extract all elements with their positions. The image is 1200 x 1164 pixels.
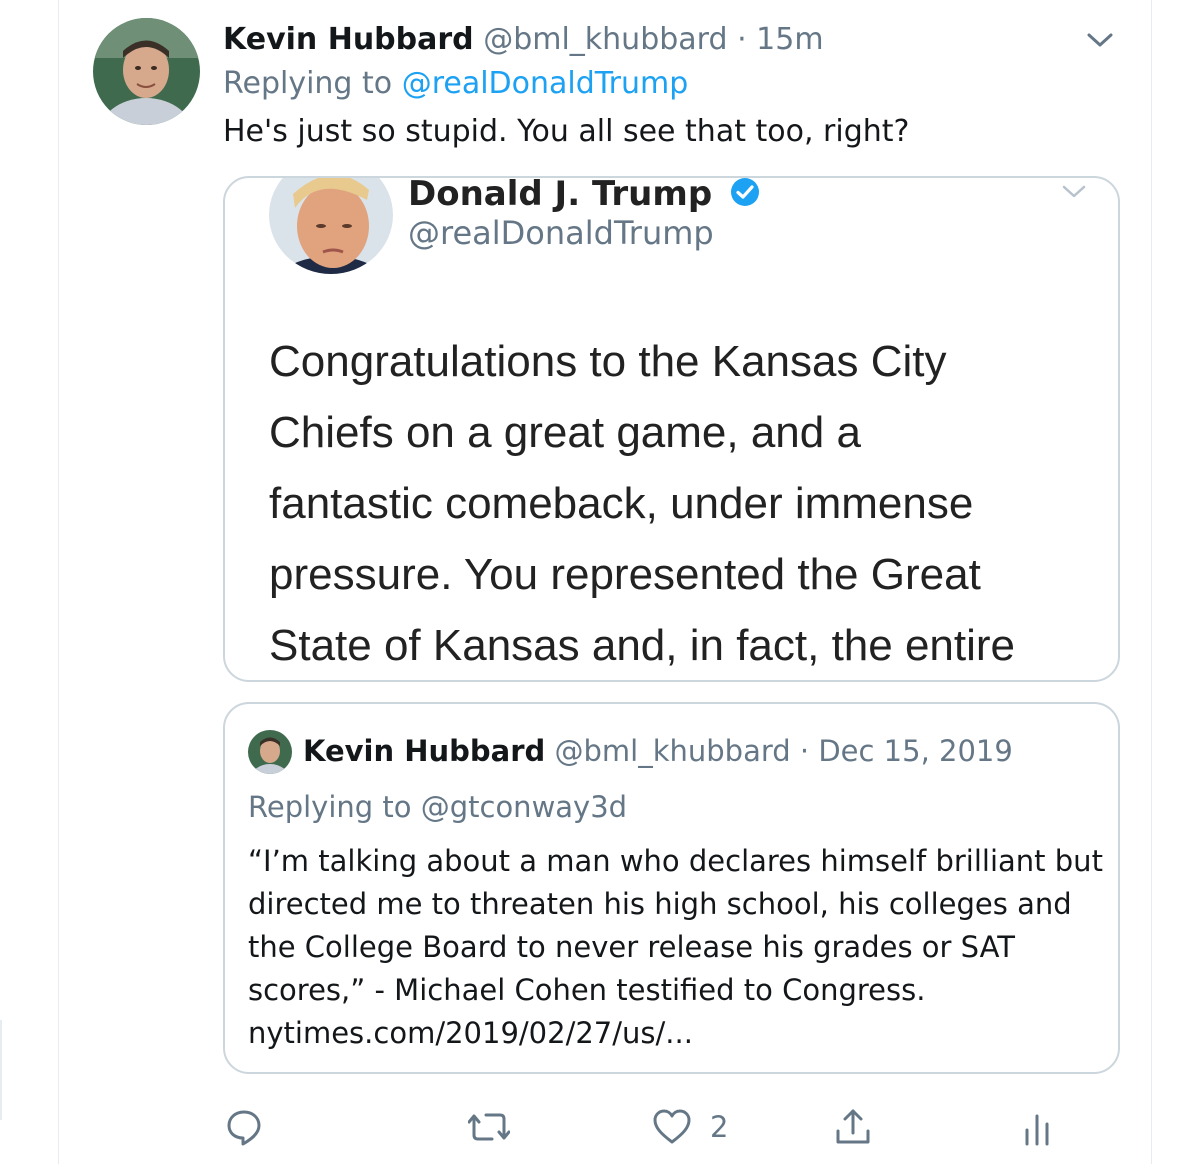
replying-to: Replying to @realDonaldTrump — [223, 66, 688, 101]
share-button[interactable] — [834, 1103, 872, 1151]
quoted-replying-to-handle: @gtconway3d — [420, 790, 628, 824]
image-tweet-text: Congratulations to the Kansas City Chief… — [269, 326, 1099, 680]
share-icon — [834, 1107, 872, 1147]
quoted-tweet[interactable]: Kevin Hubbard @bml_khubbard · Dec 15, 20… — [223, 702, 1120, 1074]
quoted-author-handle[interactable]: @bml_khubbard — [555, 734, 791, 768]
tweet-time[interactable]: 15m — [756, 22, 823, 57]
quoted-replying-to: Replying to @gtconway3d — [248, 790, 627, 824]
column-divider-left — [58, 0, 59, 1164]
tweet-header: Kevin Hubbard @bml_khubbard · 15m — [223, 22, 824, 57]
quoted-text-line: “I’m talking about a man who declares hi… — [248, 844, 1103, 878]
image-author-name-text: Donald J. Trump — [408, 176, 713, 214]
column-divider-right — [1151, 0, 1152, 1164]
scroll-edge — [0, 1020, 2, 1120]
image-text-line: State of Kansas and, in fact, the entire — [269, 621, 1016, 670]
quoted-author-name[interactable]: Kevin Hubbard — [303, 734, 545, 768]
quoted-separator: · — [799, 734, 810, 768]
reply-button[interactable] — [224, 1103, 264, 1151]
quoted-link[interactable]: nytimes.com/2019/02/27/us/... — [248, 1012, 1103, 1055]
chevron-down-icon[interactable] — [1085, 28, 1115, 52]
author-handle[interactable]: @bml_khubbard — [483, 22, 727, 57]
header-separator: · — [737, 22, 747, 57]
image-text-line: fantastic comeback, under immense — [269, 479, 974, 528]
heart-icon — [652, 1108, 692, 1146]
quoted-author-avatar — [248, 730, 292, 774]
quoted-text: “I’m talking about a man who declares hi… — [248, 840, 1103, 1055]
image-chevron-down-icon — [1061, 182, 1087, 202]
tweet[interactable]: Kevin Hubbard @bml_khubbard · 15m Replyi… — [60, 0, 1150, 1164]
image-author-handle: @realDonaldTrump — [408, 214, 714, 252]
quoted-header: Kevin Hubbard @bml_khubbard · Dec 15, 20… — [303, 734, 1013, 768]
quoted-text-line: directed me to threaten his high school,… — [248, 887, 1072, 921]
quoted-date[interactable]: Dec 15, 2019 — [818, 734, 1012, 768]
retweet-button[interactable] — [468, 1103, 510, 1151]
quoted-text-line: scores,” - Michael Cohen testified to Co… — [248, 973, 926, 1007]
like-count: 2 — [710, 1110, 729, 1144]
image-text-line: pressure. You represented the Great — [269, 550, 981, 599]
author-avatar[interactable] — [93, 18, 200, 125]
reply-icon — [224, 1107, 264, 1147]
tweet-text: He's just so stupid. You all see that to… — [223, 114, 910, 149]
image-text-line: Chiefs on a great game, and a — [269, 408, 861, 457]
like-button[interactable]: 2 — [652, 1103, 728, 1151]
author-name[interactable]: Kevin Hubbard — [223, 22, 474, 57]
image-author-name: Donald J. Trump — [408, 176, 760, 216]
image-avatar — [269, 178, 393, 274]
analytics-button[interactable] — [1022, 1103, 1052, 1151]
verified-badge-icon — [730, 178, 760, 216]
replying-to-link[interactable]: @realDonaldTrump — [402, 66, 689, 101]
tweet-image[interactable]: Donald J. Trump @realDonaldTrump Congrat… — [223, 176, 1120, 682]
replying-prefix: Replying to — [223, 66, 393, 101]
quoted-replying-prefix: Replying to — [248, 790, 412, 824]
quoted-text-line: the College Board to never release his g… — [248, 930, 1015, 964]
analytics-icon — [1022, 1108, 1052, 1146]
retweet-icon — [468, 1107, 510, 1147]
image-text-line: Congratulations to the Kansas City — [269, 337, 947, 386]
